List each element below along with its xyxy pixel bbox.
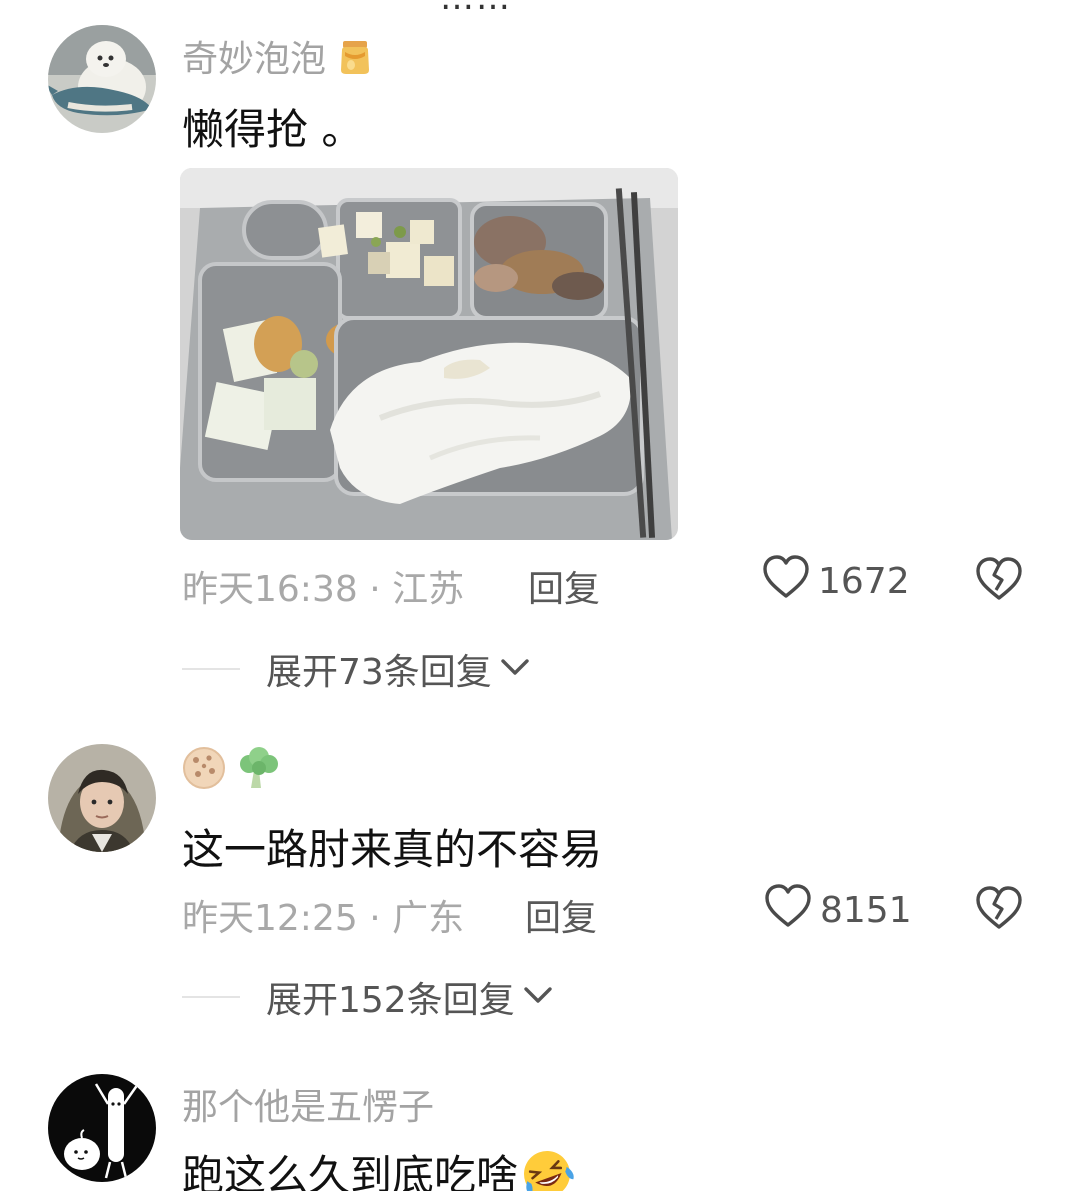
like-count: 8151 <box>820 889 912 931</box>
chevron-down-icon <box>500 657 530 681</box>
heart-icon <box>764 883 812 938</box>
comment-username[interactable]: 奇妙泡泡 <box>182 30 373 85</box>
expand-replies-label: 展开73条回复 <box>266 652 492 693</box>
avatar[interactable] <box>48 1074 156 1182</box>
comment-text: 懒得抢 。 <box>182 105 364 154</box>
reply-button[interactable]: 回复 <box>528 560 600 612</box>
comment-time-location: 昨天12:25 · 广东 <box>182 898 465 939</box>
comment-meta: 昨天16:38 · 江苏 回复 1672 <box>182 554 1080 612</box>
honey-jar-icon <box>337 38 373 85</box>
like-button[interactable]: 1672 <box>762 554 910 609</box>
avatar[interactable] <box>48 744 156 852</box>
expand-replies-button[interactable]: 展开152条回复 <box>182 972 553 1022</box>
like-count: 1672 <box>818 560 910 602</box>
truncated-header-text: …… <box>440 0 512 18</box>
reply-button[interactable]: 回复 <box>525 889 597 941</box>
cafeteria-tray-photo[interactable] <box>180 168 678 540</box>
divider-line <box>182 668 240 670</box>
broken-heart-icon[interactable] <box>974 883 1024 933</box>
divider-line <box>182 996 240 998</box>
chevron-down-icon <box>523 985 553 1009</box>
comment-text: 这一路肘来真的不容易 <box>182 825 603 874</box>
heart-icon <box>762 554 810 609</box>
cookie-icon <box>182 746 226 799</box>
like-button[interactable]: 8151 <box>764 883 912 938</box>
comment-time-location: 昨天16:38 · 江苏 <box>182 569 465 610</box>
comment-text: 跑这么久到底吃啥 <box>182 1142 576 1191</box>
broccoli-icon <box>237 746 281 799</box>
comment-username[interactable] <box>182 746 281 799</box>
comments-page: …… 奇妙泡泡 <box>0 0 1080 1191</box>
avatar[interactable] <box>48 25 156 133</box>
expand-replies-label: 展开152条回复 <box>266 980 515 1021</box>
rolling-laughing-face-icon <box>518 1148 576 1191</box>
comment-username[interactable]: 那个他是五愣子 <box>182 1078 434 1130</box>
comment-meta: 昨天12:25 · 广东 回复 8151 <box>182 883 1080 941</box>
expand-replies-button[interactable]: 展开73条回复 <box>182 644 530 694</box>
broken-heart-icon[interactable] <box>974 554 1024 604</box>
